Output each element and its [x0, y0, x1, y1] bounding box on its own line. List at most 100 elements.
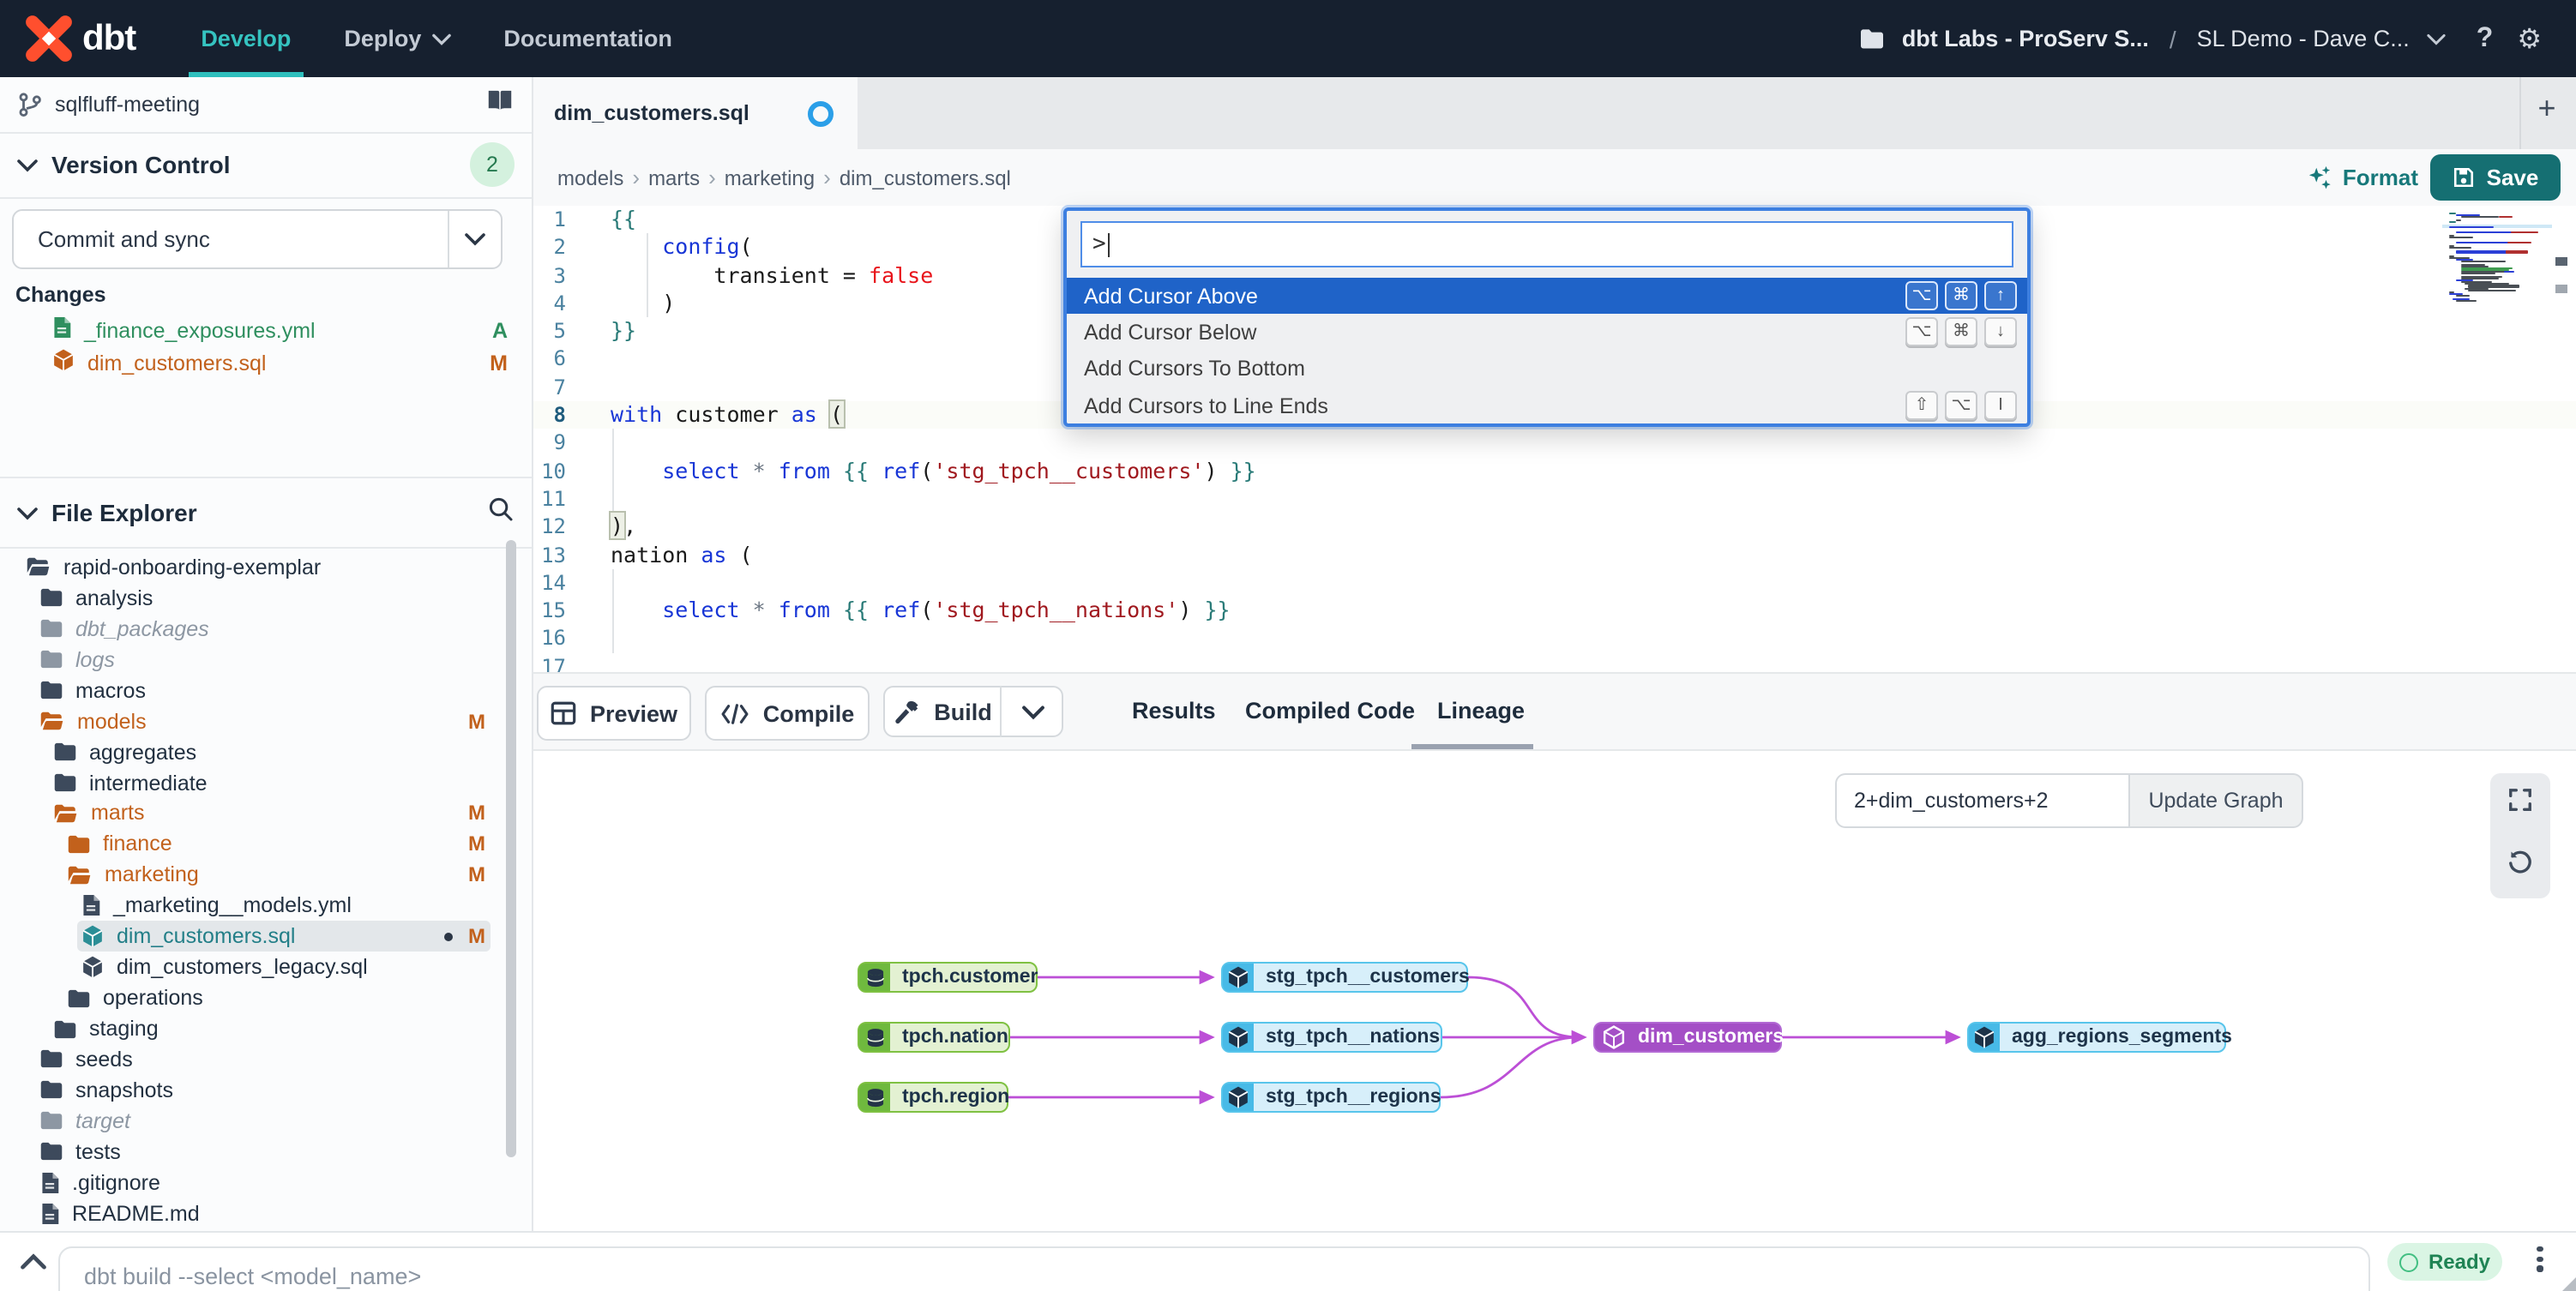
folder-icon — [54, 743, 76, 761]
tab-results[interactable]: Results — [1132, 674, 1216, 748]
lineage-node-tpch-nation[interactable]: tpch.nation — [858, 1022, 1010, 1053]
dbt-command-input[interactable] — [58, 1246, 2370, 1291]
lineage-node-stg-tpch-customers[interactable]: stg_tpch__customers — [1221, 962, 1470, 993]
update-graph-button[interactable]: Update Graph — [2128, 773, 2303, 828]
tree-item-dim_customers_legacy.sql[interactable]: dim_customers_legacy.sql — [0, 952, 532, 982]
lineage-node-stg-tpch-regions[interactable]: stg_tpch__regions — [1221, 1082, 1441, 1113]
version-control-header[interactable]: Version Control 2 — [0, 132, 532, 199]
help-icon[interactable]: ? — [2477, 23, 2494, 54]
tree-item-_marketing__models.yml[interactable]: _marketing__models.yml — [0, 891, 532, 922]
tree-item-aggregates[interactable]: aggregates — [0, 736, 532, 767]
git-branch-row[interactable]: sqlfluff-meeting — [0, 77, 532, 134]
tree-item-logs[interactable]: logs — [0, 645, 532, 676]
git-status: M — [468, 862, 485, 887]
lineage-node-dim-customers[interactable]: dim_customers — [1593, 1022, 1784, 1053]
settings-gear-icon[interactable]: ⚙ — [2517, 21, 2542, 56]
dbt-cloud-ide: dbt Develop Deploy Documentation dbt Lab… — [0, 0, 2576, 1291]
nav-deploy[interactable]: Deploy — [344, 0, 451, 77]
folder-icon — [40, 1112, 63, 1130]
docs-book-icon[interactable] — [485, 87, 515, 122]
minimap[interactable] — [2449, 213, 2549, 305]
unsaved-changes-icon — [808, 100, 834, 126]
search-icon[interactable] — [487, 495, 515, 531]
dbt-logo[interactable]: dbt — [24, 14, 136, 63]
code-brackets-icon — [721, 703, 749, 724]
build-options-chevron[interactable] — [1000, 686, 1065, 737]
crumb-marketing[interactable]: marketing — [725, 165, 815, 189]
change-item-dim_customers.sql[interactable]: dim_customers.sql M — [0, 346, 532, 379]
reset-view-icon[interactable] — [2507, 850, 2533, 885]
command-palette-input[interactable]: > — [1080, 221, 2013, 267]
source-database-icon — [866, 1088, 883, 1107]
folder-icon — [40, 620, 63, 638]
tree-item-rapid-onboarding-exemplar[interactable]: rapid-onboarding-exemplar — [0, 552, 532, 583]
shortcut-key: ⌥ — [1905, 281, 1938, 311]
file-tree-scrollbar[interactable] — [506, 540, 516, 1157]
file-explorer-header[interactable]: File Explorer — [0, 477, 532, 549]
chevron-down-icon — [431, 26, 451, 51]
palette-item-Add Cursors to Line Ends[interactable]: Add Cursors to Line Ends ⇧ ⌥ I — [1067, 387, 2027, 424]
tree-item-snapshots[interactable]: snapshots — [0, 1075, 532, 1106]
commit-options-chevron[interactable] — [448, 211, 501, 267]
tree-item-tests[interactable]: tests — [0, 1137, 532, 1168]
palette-item-Add Cursor Above[interactable]: Add Cursor Above ⌥ ⌘ ↑ — [1067, 278, 2027, 315]
format-button[interactable]: Format — [2307, 165, 2418, 190]
results-toolbar: Preview Compile Build Results Compiled C… — [532, 672, 2576, 751]
tree-item-finance[interactable]: finance M — [0, 829, 532, 860]
lineage-node-tpch-region[interactable]: tpch.region — [858, 1082, 1009, 1113]
crumb-marts[interactable]: marts — [648, 165, 700, 189]
tab-compiled-code[interactable]: Compiled Code — [1245, 674, 1415, 748]
expand-console-chevron-icon[interactable] — [21, 1248, 46, 1279]
lineage-node-agg-regions-segments[interactable]: agg_regions_segments — [1967, 1022, 2232, 1053]
fullscreen-icon[interactable] — [2507, 788, 2533, 822]
tree-item-dim_customers.sql[interactable]: dim_customers.sql M — [0, 921, 532, 952]
change-item-_finance_exposures.yml[interactable]: _finance_exposures.yml A — [0, 314, 532, 346]
scrollbar-mark — [2555, 257, 2567, 266]
top-nav: dbt Develop Deploy Documentation dbt Lab… — [0, 0, 2576, 77]
save-button[interactable]: Save — [2430, 154, 2561, 201]
resize-handle[interactable] — [2561, 1277, 2576, 1291]
file-tree: rapid-onboarding-exemplar analysis dbt_pac… — [0, 552, 532, 1291]
tree-item-macros[interactable]: macros — [0, 676, 532, 706]
tree-item-intermediate[interactable]: intermediate — [0, 767, 532, 798]
crumb-models[interactable]: models — [557, 165, 623, 189]
lineage-selector-input[interactable] — [1835, 773, 2128, 828]
palette-item-Add Cursors To Bottom[interactable]: Add Cursors To Bottom — [1067, 351, 2027, 387]
tree-item-marketing[interactable]: marketing M — [0, 860, 532, 891]
commit-and-sync-button[interactable]: Commit and sync — [12, 209, 503, 269]
tree-item-dbt_packages[interactable]: dbt_packages — [0, 614, 532, 645]
tree-item-operations[interactable]: operations — [0, 982, 532, 1013]
tree-item-models[interactable]: models M — [0, 706, 532, 736]
changes-count-badge: 2 — [470, 142, 515, 187]
breadcrumb: models › marts › marketing › dim_custome… — [557, 165, 1011, 190]
nav-develop[interactable]: Develop — [189, 0, 304, 77]
model-cube-icon — [1974, 1026, 1995, 1048]
account-name[interactable]: dbt Labs - ProServ S... — [1902, 26, 2149, 51]
file-icon — [83, 895, 100, 916]
account-separator: / — [2169, 25, 2176, 52]
tree-item-seeds[interactable]: seeds — [0, 1044, 532, 1075]
folder-open-icon — [27, 558, 50, 577]
tree-item-analysis[interactable]: analysis — [0, 583, 532, 614]
folder-icon — [40, 589, 63, 607]
tree-item-target[interactable]: target — [0, 1106, 532, 1137]
preview-button[interactable]: Preview — [537, 686, 691, 741]
tree-item-README.md[interactable]: README.md — [0, 1198, 532, 1228]
tree-item-.gitignore[interactable]: .gitignore — [0, 1168, 532, 1198]
tab-dim-customers[interactable]: dim_customers.sql — [532, 77, 858, 149]
palette-item-Add Cursor Below[interactable]: Add Cursor Below ⌥ ⌘ ↓ — [1067, 315, 2027, 351]
tree-item-staging[interactable]: staging — [0, 1013, 532, 1044]
lineage-node-tpch-customer[interactable]: tpch.customer — [858, 962, 1038, 993]
kebab-menu-icon[interactable] — [2530, 1246, 2550, 1272]
tab-lineage[interactable]: Lineage — [1437, 674, 1525, 748]
compile-button[interactable]: Compile — [705, 686, 870, 741]
chevron-down-icon[interactable] — [2427, 23, 2446, 54]
project-name[interactable]: SL Demo - Dave C... — [2197, 26, 2410, 51]
lineage-node-stg-tpch-nations[interactable]: stg_tpch__nations — [1221, 1022, 1442, 1053]
nav-documentation[interactable]: Documentation — [503, 0, 672, 77]
lineage-graph[interactable]: tpch.customer tpch.nation tpch.region stg_t… — [532, 748, 2576, 1231]
crumb-file[interactable]: dim_customers.sql — [840, 165, 1011, 189]
new-tab-button[interactable]: + — [2528, 91, 2566, 127]
tree-item-marts[interactable]: marts M — [0, 798, 532, 829]
code-line-17: 17 — [541, 654, 566, 673]
